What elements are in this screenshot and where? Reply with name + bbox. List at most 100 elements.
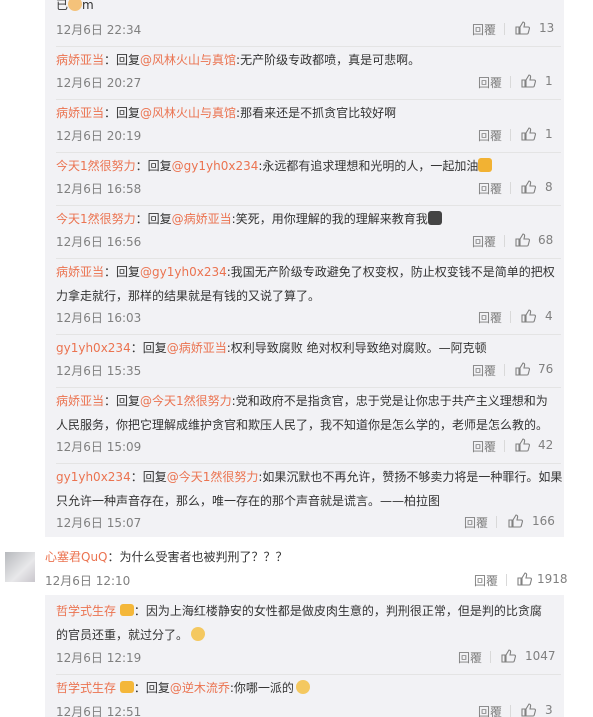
divider [510,76,511,88]
mention-link[interactable]: @风林火山与真馆 [140,106,236,120]
reply-body: :党和政府不是指贪官，忠于党是让你忠于共产主义理想和为 [231,394,548,408]
timestamp: 12月6日 15:07 [56,516,142,530]
reply-username[interactable]: 今天1然很努力 [56,159,136,173]
reply-button[interactable]: 回覆 [472,438,496,455]
reply-username[interactable]: gy1yh0x234 [56,341,131,355]
reply-body-prefix: 已 [56,0,69,12]
timestamp: 12月6日 16:03 [56,311,142,325]
reply-username[interactable]: 今天1然很努力 [56,212,136,226]
reply-text-line2: 的官员还重，就过分了。 [56,623,556,647]
reply-meta: 12月6日 20:19 回覆 1 [56,127,561,143]
reply-username[interactable]: 哲学式生存 [56,681,116,695]
comment-body: ：为什么受害者也被判刑了？？？ [107,550,288,564]
thumbs-up-icon[interactable] [521,74,536,88]
like-count: 3 [545,703,553,717]
reply-body-continued: 力拿走就行，那样的结果就是有钱的又说了算了。 [56,289,321,303]
like-count: 1 [545,74,553,88]
divider [56,387,561,388]
reply-button[interactable]: 回覆 [472,233,496,250]
reply-button[interactable]: 回覆 [478,127,502,144]
reply-username[interactable]: 病娇亚当 [56,265,104,279]
reply-username[interactable]: 哲学式生存 [56,604,116,618]
thumbs-up-icon[interactable] [521,703,536,717]
emoji-icon [427,211,442,225]
mention-link[interactable]: @今天1然很努力 [167,470,259,484]
divider [506,574,507,586]
mention-link[interactable]: @gy1yh0x234 [172,159,259,173]
thumbs-up-icon[interactable] [521,309,536,323]
thumbs-up-icon[interactable] [515,21,530,35]
thumbs-up-icon[interactable] [521,127,536,141]
divider [504,235,505,247]
reply-button[interactable]: 回覆 [472,21,496,38]
reply-text: 病娇亚当：回复@风林火山与真馆:那看来还是不抓贪官比较好啊 [56,101,556,125]
like-count: 42 [538,438,554,452]
like-count: 4 [545,309,553,323]
reply-prefix: ：回复 [104,265,141,279]
thumbs-up-icon[interactable] [501,649,516,663]
divider [56,152,561,153]
divider [510,311,511,323]
like-count: 8 [545,180,553,194]
mention-link[interactable]: @今天1然很努力 [140,394,232,408]
mention-link[interactable]: @病娇亚当 [172,212,232,226]
reply-prefix: ：回复 [135,159,172,173]
reply-body: :权利导致腐败 绝对权利导致绝对腐败。—阿克顿 [226,341,487,355]
divider [504,440,505,452]
reply-prefix: ：回复 [104,394,141,408]
mention-link[interactable]: @gy1yh0x234 [140,265,227,279]
reply-meta: 12月6日 12:19 回覆 1047 [56,649,561,665]
comment-meta: 12月6日 12:10 回覆 1918 [45,572,593,588]
member-badge-icon [119,604,134,616]
reply-prefix: ：回复 [135,212,172,226]
divider [510,182,511,194]
reply-prefix: ：回复 [104,106,141,120]
reply-button[interactable]: 回覆 [464,514,488,531]
thumbs-up-icon[interactable] [515,438,530,452]
reply-text: 今天1然很努力：回复@病娇亚当:笑死，用你理解的我的理解来教育我 [56,207,556,231]
reply-button[interactable]: 回覆 [478,703,502,717]
divider [510,129,511,141]
emoji-icon [68,0,83,11]
reply-prefix: ：回复 [130,341,167,355]
divider [496,516,497,528]
mention-link[interactable]: @风林火山与真馆 [140,53,236,67]
thumbs-up-icon[interactable] [515,233,530,247]
reply-button[interactable]: 回覆 [478,309,502,326]
comment-username[interactable]: 心塞君QuQ [45,550,108,564]
reply-meta: 12月6日 16:56 回覆 68 [56,233,561,249]
timestamp: 12月6日 20:19 [56,129,142,143]
timestamp: 12月6日 22:34 [56,23,142,37]
thumbs-up-icon[interactable] [508,514,523,528]
like-count: 76 [538,362,554,376]
like-count: 1047 [525,649,556,663]
thumbs-up-icon[interactable] [521,180,536,194]
reply-username[interactable]: 病娇亚当 [56,106,104,120]
reply-meta: 12月6日 15:35 回覆 76 [56,362,561,378]
reply-username[interactable]: gy1yh0x234 [56,470,131,484]
timestamp: 12月6日 15:09 [56,440,142,454]
divider [56,99,561,100]
reply-prefix: ： [133,604,146,618]
reply-body-continued: 人民服务，你把它理解成维护贪官和欺压人民了，我不知道你是怎么学的，老师是怎么教的… [56,418,549,432]
reply-body-continued: 只允许一种声音存在，那么，唯一存在的那个声音就是谎言。——柏拉图 [56,494,441,508]
reply-username[interactable]: 病娇亚当 [56,394,104,408]
reply-button[interactable]: 回覆 [478,74,502,91]
reply-text: 哲学式生存 ：因为上海红楼静安的女性都是做皮肉生意的，判刑很正常，但是判的比贪腐 [56,599,556,623]
thumbs-up-icon[interactable] [517,572,532,586]
reply-button[interactable]: 回覆 [478,180,502,197]
reply-button[interactable]: 回覆 [472,362,496,379]
reply-username[interactable]: 病娇亚当 [56,53,104,67]
thumbs-up-icon[interactable] [515,362,530,376]
reply-meta: 12月6日 15:09 回覆 42 [56,438,561,454]
divider [56,46,561,47]
mention-link[interactable]: @病娇亚当 [167,341,227,355]
avatar[interactable] [5,552,35,582]
mention-link[interactable]: @逆木流乔 [170,681,230,695]
reply-button[interactable]: 回覆 [458,649,482,666]
reply-body: :如果沉默也不再允许，赞扬不够卖力将是一种罪行。如果 [258,470,563,484]
reply-body: :你哪一派的 [229,681,294,695]
reply-button[interactable]: 回覆 [474,572,498,589]
flexed-biceps-icon [478,158,493,172]
reply-prefix: ：回复 [133,681,170,695]
